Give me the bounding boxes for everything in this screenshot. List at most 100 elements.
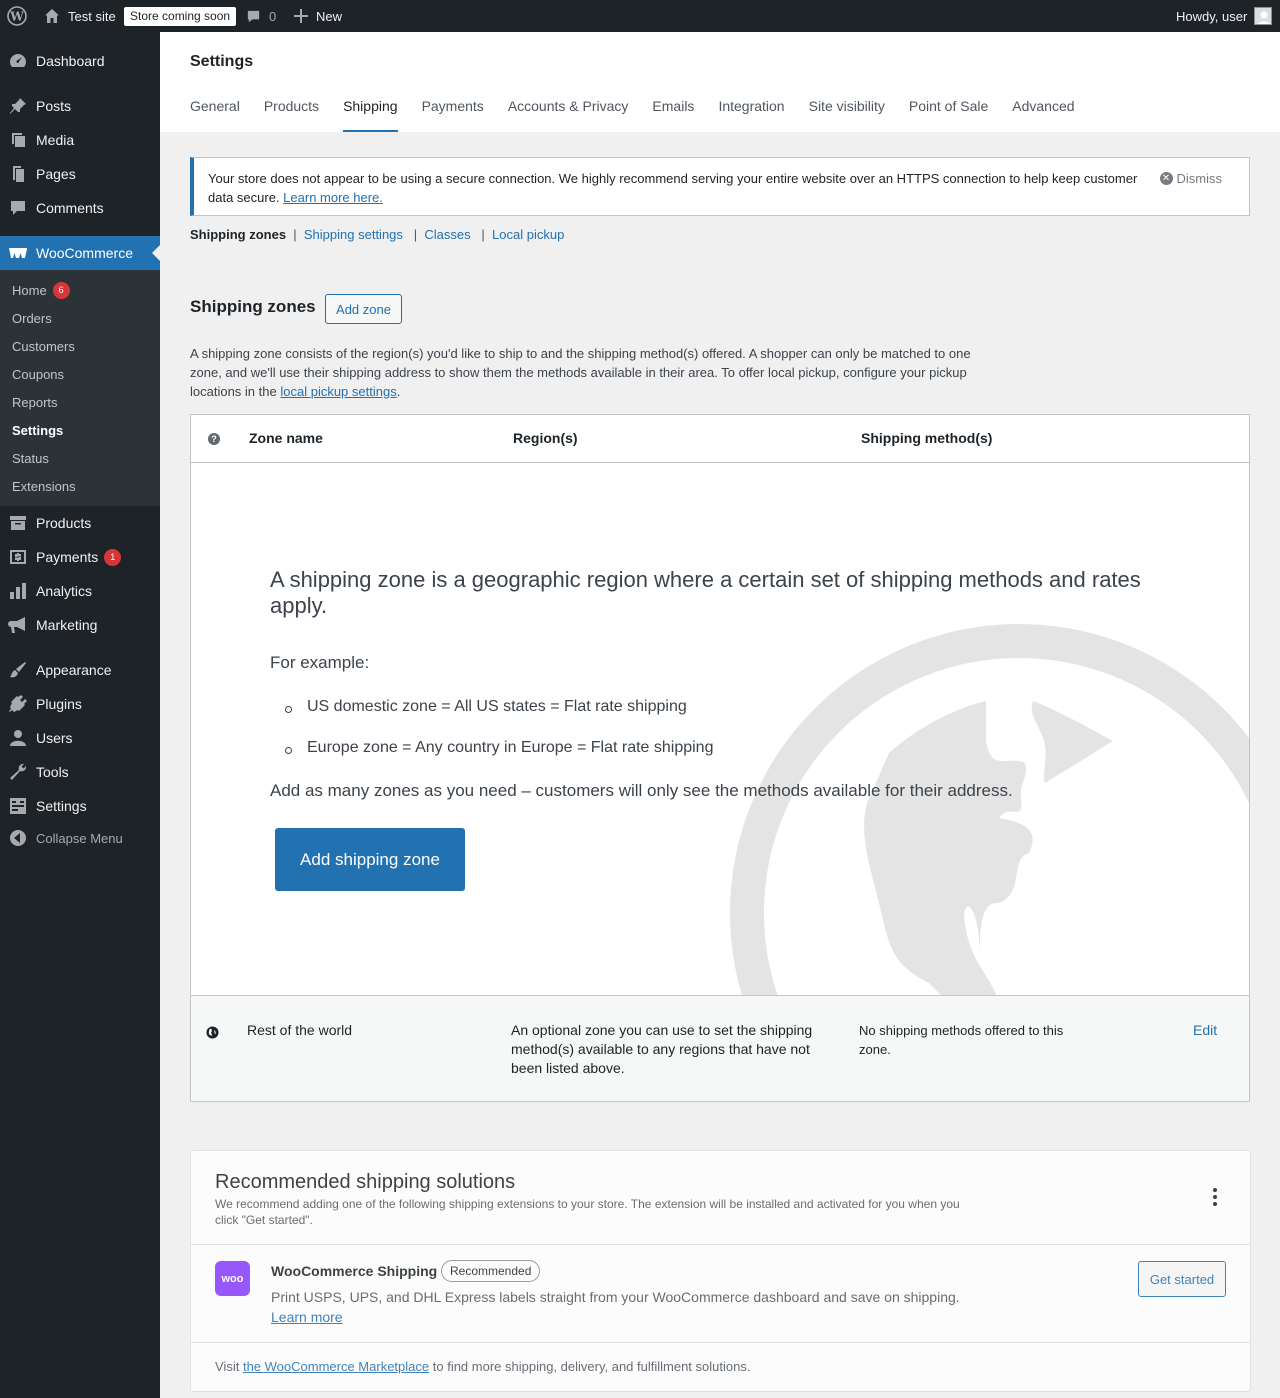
local-pickup-settings-link[interactable]: local pickup settings xyxy=(280,384,396,399)
subnav-local-pickup[interactable]: Local pickup xyxy=(492,227,564,242)
new-label: New xyxy=(316,8,343,24)
tab-accounts-privacy[interactable]: Accounts & Privacy xyxy=(508,98,629,132)
tab-advanced[interactable]: Advanced xyxy=(1012,98,1074,132)
card-description: We recommend adding one of the following… xyxy=(215,1197,960,1227)
notification-badge: 6 xyxy=(52,281,70,299)
dismiss-button[interactable]: ✕ Dismiss xyxy=(1159,169,1222,188)
tab-emails[interactable]: Emails xyxy=(652,98,694,132)
bullet-icon xyxy=(285,747,292,754)
card-title: Recommended shipping solutions xyxy=(215,1171,516,1193)
money-icon xyxy=(0,547,36,567)
menu-comments[interactable]: Comments xyxy=(0,191,160,225)
plus-icon xyxy=(294,9,308,23)
site-link[interactable]: Test site xyxy=(44,0,116,32)
admin-sidebar: Dashboard Posts Media Pages Comments Woo… xyxy=(0,32,160,1398)
comments-link[interactable]: 0 xyxy=(246,0,276,32)
tab-payments[interactable]: Payments xyxy=(422,98,484,132)
submenu-coupons[interactable]: Coupons xyxy=(12,364,64,384)
menu-appearance[interactable]: Appearance xyxy=(0,653,160,687)
wordpress-logo-icon[interactable]: W xyxy=(7,0,27,32)
zone-name: Rest of the world xyxy=(247,1022,353,1038)
example-item: US domestic zone = All US states = Flat … xyxy=(307,698,687,715)
column-zone-name: Zone name xyxy=(249,430,323,446)
megaphone-icon xyxy=(0,615,36,635)
table-row: Rest of the world An optional zone you c… xyxy=(191,995,1249,1101)
home-icon xyxy=(45,9,59,23)
submenu-settings[interactable]: Settings xyxy=(12,420,63,440)
shipping-subnav: Shipping zones | Shipping settings | Cla… xyxy=(190,227,565,242)
comment-icon xyxy=(247,10,260,22)
comment-icon xyxy=(0,198,36,218)
submenu-home[interactable]: Home 6 xyxy=(12,280,70,300)
submenu-orders[interactable]: Orders xyxy=(12,308,52,328)
settings-icon xyxy=(0,796,36,816)
account-menu[interactable]: Howdy, user xyxy=(1176,0,1273,32)
shipping-zones-table: ? Zone name Region(s) Shipping method(s)… xyxy=(190,414,1250,1102)
table-header: ? Zone name Region(s) Shipping method(s) xyxy=(191,415,1249,463)
blank-state-footer: Add as many zones as you need – customer… xyxy=(270,781,1013,800)
collapse-menu-button[interactable]: Collapse Menu xyxy=(0,821,160,855)
menu-plugins[interactable]: Plugins xyxy=(0,687,160,721)
tab-general[interactable]: General xyxy=(190,98,240,132)
globe-icon xyxy=(730,624,1249,995)
subnav-shipping-settings[interactable]: Shipping settings xyxy=(304,227,403,242)
close-icon: ✕ xyxy=(1159,172,1173,185)
zones-blank-state: A shipping zone is a geographic region w… xyxy=(191,463,1249,995)
comments-count: 0 xyxy=(269,8,277,24)
subnav-classes[interactable]: Classes xyxy=(424,227,470,242)
menu-settings[interactable]: Settings xyxy=(0,789,160,823)
admin-bar: W Test site Store coming soon 0 New Howd… xyxy=(0,0,1280,32)
menu-tools[interactable]: Tools xyxy=(0,755,160,789)
bullet-icon xyxy=(285,706,292,713)
tab-shipping[interactable]: Shipping xyxy=(343,98,398,132)
extension-name: WooCommerce Shipping xyxy=(271,1263,438,1279)
page-title: Settings xyxy=(190,53,254,70)
submenu-reports[interactable]: Reports xyxy=(12,392,58,412)
site-name: Test site xyxy=(68,8,116,24)
menu-dashboard[interactable]: Dashboard xyxy=(0,44,160,78)
tab-integration[interactable]: Integration xyxy=(718,98,784,132)
add-zone-button[interactable]: Add zone xyxy=(325,294,402,324)
menu-pages[interactable]: Pages xyxy=(0,157,160,191)
learn-more-link[interactable]: Learn more xyxy=(271,1309,343,1325)
column-shipping-methods: Shipping method(s) xyxy=(861,430,993,446)
plug-icon xyxy=(0,694,36,714)
get-started-button[interactable]: Get started xyxy=(1138,1261,1226,1297)
tab-products[interactable]: Products xyxy=(264,98,319,132)
add-shipping-zone-button[interactable]: Add shipping zone xyxy=(275,828,465,891)
dashboard-icon xyxy=(0,51,36,71)
section-title: Shipping zones xyxy=(190,297,316,316)
extension-item: woo WooCommerce Shipping Recommended Pri… xyxy=(191,1244,1250,1343)
menu-media[interactable]: Media xyxy=(0,123,160,157)
zone-region: An optional zone you can use to set the … xyxy=(511,1022,813,1076)
submenu-status[interactable]: Status xyxy=(12,448,49,468)
marketplace-link[interactable]: the WooCommerce Marketplace xyxy=(243,1359,429,1374)
menu-woocommerce[interactable]: WooCommerce xyxy=(0,236,160,270)
menu-products[interactable]: Products xyxy=(0,506,160,540)
menu-users[interactable]: Users xyxy=(0,721,160,755)
submenu-customers[interactable]: Customers xyxy=(12,336,75,356)
globe-icon xyxy=(206,1026,219,1039)
woocommerce-submenu: Home 6 Orders Customers Coupons Reports … xyxy=(0,270,160,506)
column-regions: Region(s) xyxy=(513,430,578,446)
greeting: Howdy, user xyxy=(1176,8,1248,24)
notice-learn-more-link[interactable]: Learn more here. xyxy=(283,190,383,205)
menu-payments[interactable]: Payments 1 xyxy=(0,540,160,574)
woo-logo: woo xyxy=(215,1261,250,1296)
submenu-extensions[interactable]: Extensions xyxy=(12,476,76,496)
extension-description: Print USPS, UPS, and DHL Express labels … xyxy=(271,1289,960,1305)
edit-zone-link[interactable]: Edit xyxy=(1193,1022,1217,1038)
menu-posts[interactable]: Posts xyxy=(0,89,160,123)
help-icon[interactable]: ? xyxy=(208,433,220,445)
settings-tabs: General Products Shipping Payments Accou… xyxy=(190,98,1099,132)
blank-state-heading: A shipping zone is a geographic region w… xyxy=(270,567,1141,618)
menu-marketing[interactable]: Marketing xyxy=(0,608,160,642)
menu-analytics[interactable]: Analytics xyxy=(0,574,160,608)
new-content-link[interactable]: New xyxy=(294,0,342,32)
more-options-icon[interactable] xyxy=(1213,1188,1217,1209)
card-footer: Visit the WooCommerce Marketplace to fin… xyxy=(215,1359,751,1374)
svg-text:W: W xyxy=(9,10,24,24)
tab-point-of-sale[interactable]: Point of Sale xyxy=(909,98,988,132)
tab-site-visibility[interactable]: Site visibility xyxy=(809,98,885,132)
store-status-badge[interactable]: Store coming soon xyxy=(124,0,237,32)
